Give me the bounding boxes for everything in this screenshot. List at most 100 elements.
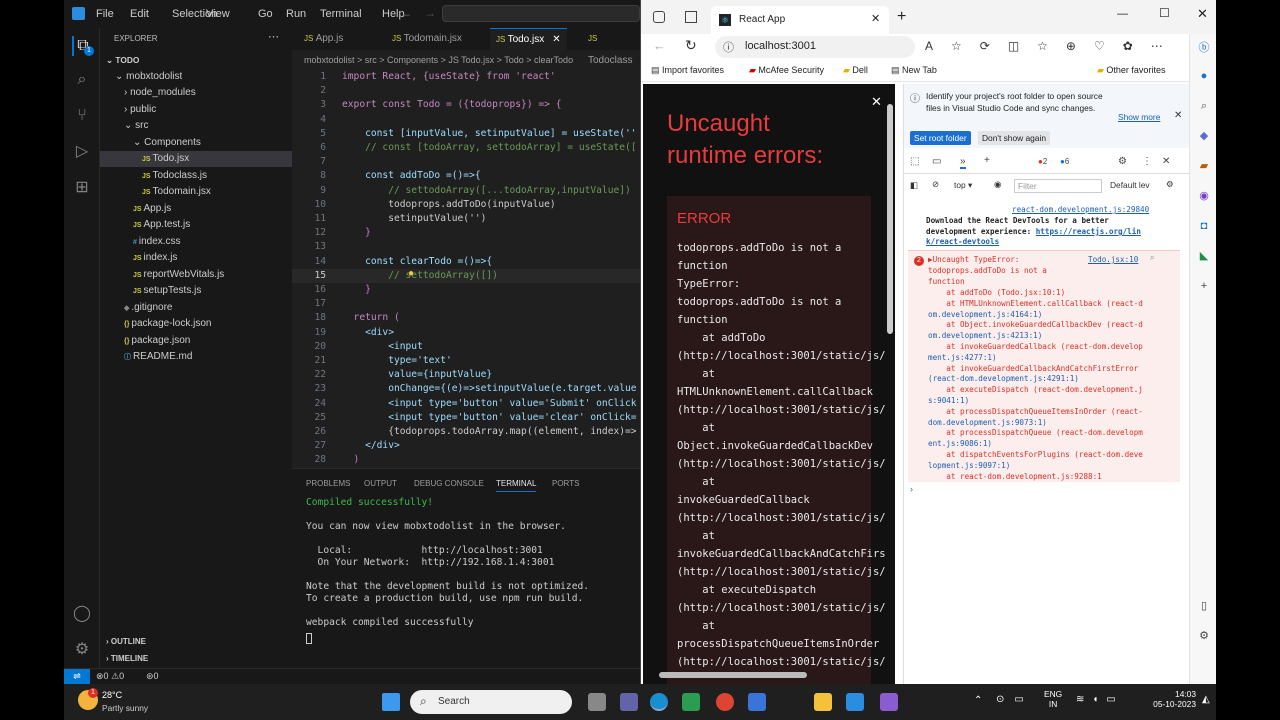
dont-show-button[interactable]: Don't show again	[978, 131, 1050, 145]
outlook-icon[interactable]: ◘	[1198, 220, 1210, 232]
clock[interactable]: 14:03 05-10-2023	[1146, 689, 1196, 709]
tree-item[interactable]: JS App.js	[100, 201, 292, 217]
problems-status[interactable]: ⊗0 ⚠0	[96, 671, 124, 682]
edge-icon[interactable]	[650, 693, 668, 711]
clear-console-icon[interactable]: ⊘	[932, 179, 939, 189]
fav-import[interactable]: ▤ Import favorites	[651, 65, 724, 76]
vscode-taskbar-icon[interactable]	[846, 693, 864, 711]
fav-dell[interactable]: ▰ Dell	[843, 65, 868, 76]
start-button[interactable]	[382, 693, 400, 711]
tab-app-js[interactable]: JS App.js	[298, 28, 349, 50]
menu-edit[interactable]: Edit	[130, 8, 149, 20]
games-icon[interactable]: ◉	[1198, 190, 1210, 202]
search-icon[interactable]: ⌕	[72, 70, 92, 90]
task-view-icon[interactable]	[588, 693, 606, 711]
chrome-icon[interactable]	[716, 693, 734, 711]
teams-icon[interactable]	[620, 693, 638, 711]
tab-debug-console[interactable]: DEBUG CONSOLE	[414, 479, 484, 488]
close-overlay-icon[interactable]: ✕	[871, 94, 882, 110]
forward-arrow-icon[interactable]: →	[424, 6, 436, 20]
account-icon[interactable]: ◯	[72, 604, 92, 624]
remote-indicator[interactable]: ⇌	[64, 669, 90, 685]
stack-frame[interactable]: at executeDispatch (react-dom.developmen…	[928, 385, 1143, 394]
menu-go[interactable]: Go	[258, 8, 273, 20]
timeline-section[interactable]: › TIMELINE	[106, 654, 148, 663]
more-tools-icon[interactable]: »	[960, 156, 966, 169]
fav-mcafee[interactable]: ▰ McAfee Security	[749, 65, 824, 76]
filter-input[interactable]: Filter	[1014, 179, 1102, 193]
stack-frame[interactable]: dom.development.js:9073:1)	[928, 418, 1047, 427]
tab-ports[interactable]: PORTS	[552, 479, 579, 488]
info-icon[interactable]: ⓘ	[723, 39, 734, 55]
tree-item[interactable]: JS App.test.js	[100, 217, 292, 233]
inspect-icon[interactable]: ⬚	[910, 156, 919, 167]
tree-item[interactable]: JS Todomain.jsx	[100, 184, 292, 200]
menu-terminal[interactable]: Terminal	[320, 8, 362, 20]
tree-item[interactable]: # index.css	[100, 234, 292, 250]
tab-todoclass[interactable]: JS Todoclass	[582, 28, 640, 66]
workspaces-icon[interactable]	[653, 11, 665, 23]
notification-icon[interactable]: ◭	[1202, 694, 1210, 705]
tree-item[interactable]: JS setupTests.js	[100, 283, 292, 299]
stack-frame[interactable]: om.development.js:4164:1)	[928, 310, 1042, 319]
add-sidebar-icon[interactable]: +	[1198, 280, 1210, 292]
language-indicator[interactable]: ENG IN	[1044, 689, 1062, 709]
stack-frame[interactable]: at dispatchEventsForPlugins (react-dom.d…	[928, 450, 1143, 459]
tab-todomain-jsx[interactable]: JS Todomain.jsx	[386, 28, 468, 50]
tree-item[interactable]: ⌄ Components	[100, 135, 292, 151]
tab-problems[interactable]: PROBLEMS	[306, 479, 350, 488]
menu-view[interactable]: View	[206, 8, 230, 20]
ports-status[interactable]: ⊛0	[146, 671, 159, 682]
breadcrumb[interactable]: mobxtodolist > src > Components > JS Tod…	[304, 55, 573, 65]
tree-item[interactable]: › public	[100, 102, 292, 118]
tree-item[interactable]: ⌄ mobxtodolist	[100, 69, 292, 85]
search-box[interactable]: ⌕ Search	[410, 690, 572, 714]
stack-frame[interactable]: at react-dom.development.js:9288:1	[928, 472, 1101, 481]
stack-frame[interactable]: ment.js:4277:1)	[928, 353, 997, 362]
new-tab-icon[interactable]: +	[897, 8, 906, 26]
tree-item[interactable]: ⓘ README.md	[100, 349, 292, 365]
stack-frame[interactable]: (react-dom.development.js:4291:1)	[928, 374, 1079, 383]
stack-frame[interactable]: at processDispatchQueue (react-dom.devel…	[928, 428, 1143, 437]
levels-select[interactable]: Default lev	[1110, 180, 1150, 190]
info-badge[interactable]: ●6	[1060, 157, 1069, 166]
media-icon[interactable]	[880, 693, 898, 711]
extensions-icon[interactable]: ⊞	[72, 178, 92, 198]
command-center[interactable]	[442, 5, 640, 22]
stack-frame[interactable]: at addToDo (Todo.jsx:10:1)	[928, 288, 1065, 297]
network-sound-icons[interactable]: ≋◖▭	[1076, 694, 1124, 705]
fav-newtab[interactable]: ▤ New Tab	[891, 65, 937, 76]
address-field[interactable]: ⓘ localhost:3001	[715, 36, 915, 58]
stack-frame[interactable]: at invokeGuardedCallback (react-dom.deve…	[928, 342, 1143, 351]
sidebar-toggle-icon[interactable]: ◧	[910, 180, 918, 190]
search-icon[interactable]: ⌕	[1150, 253, 1154, 263]
menu-file[interactable]: File	[96, 8, 114, 20]
tools-icon[interactable]: ◆	[1198, 130, 1210, 142]
excel-like-icon[interactable]	[682, 693, 700, 711]
close-window-icon[interactable]: ✕	[1197, 6, 1208, 22]
tree-item[interactable]: JS Todoclass.js	[100, 168, 292, 184]
store-icon[interactable]	[748, 693, 766, 711]
tab-todo-jsx[interactable]: JS Todo.jsx ✕	[490, 28, 567, 50]
stack-frame[interactable]: s:9041:1)	[928, 396, 969, 405]
close-tab-icon[interactable]: ✕	[871, 12, 880, 25]
stack-frame[interactable]: om.development.js:4213:1)	[928, 331, 1042, 340]
overlay-scrollbar[interactable]	[887, 104, 893, 334]
eye-icon[interactable]: ◉	[994, 179, 1001, 189]
outline-section[interactable]: › OUTLINE	[106, 637, 146, 646]
overlay-hscrollbar[interactable]	[659, 672, 807, 678]
tree-item[interactable]: JS reportWebVitals.js	[100, 267, 292, 283]
minimize-icon[interactable]: —	[1117, 8, 1128, 20]
download-link[interactable]: https://reactjs.org/lin	[1036, 227, 1141, 236]
back-arrow-icon[interactable]: ←	[400, 6, 412, 20]
refresh-icon[interactable]: ↻	[685, 37, 697, 54]
file-explorer-icon[interactable]	[814, 693, 832, 711]
settings-gear-icon[interactable]: ⚙	[72, 640, 92, 660]
console-settings-icon[interactable]: ⚙	[1166, 179, 1174, 189]
run-debug-icon[interactable]: ▷	[72, 142, 92, 162]
tab-output[interactable]: OUTPUT	[364, 479, 397, 488]
error-head[interactable]: ▶Uncaught TypeError:	[928, 255, 1019, 264]
lightbulb-icon[interactable]: ●	[408, 268, 414, 279]
download-link-2[interactable]: k/react-devtools	[926, 237, 999, 246]
hide-sidebar-icon[interactable]: ▯	[1198, 600, 1210, 612]
